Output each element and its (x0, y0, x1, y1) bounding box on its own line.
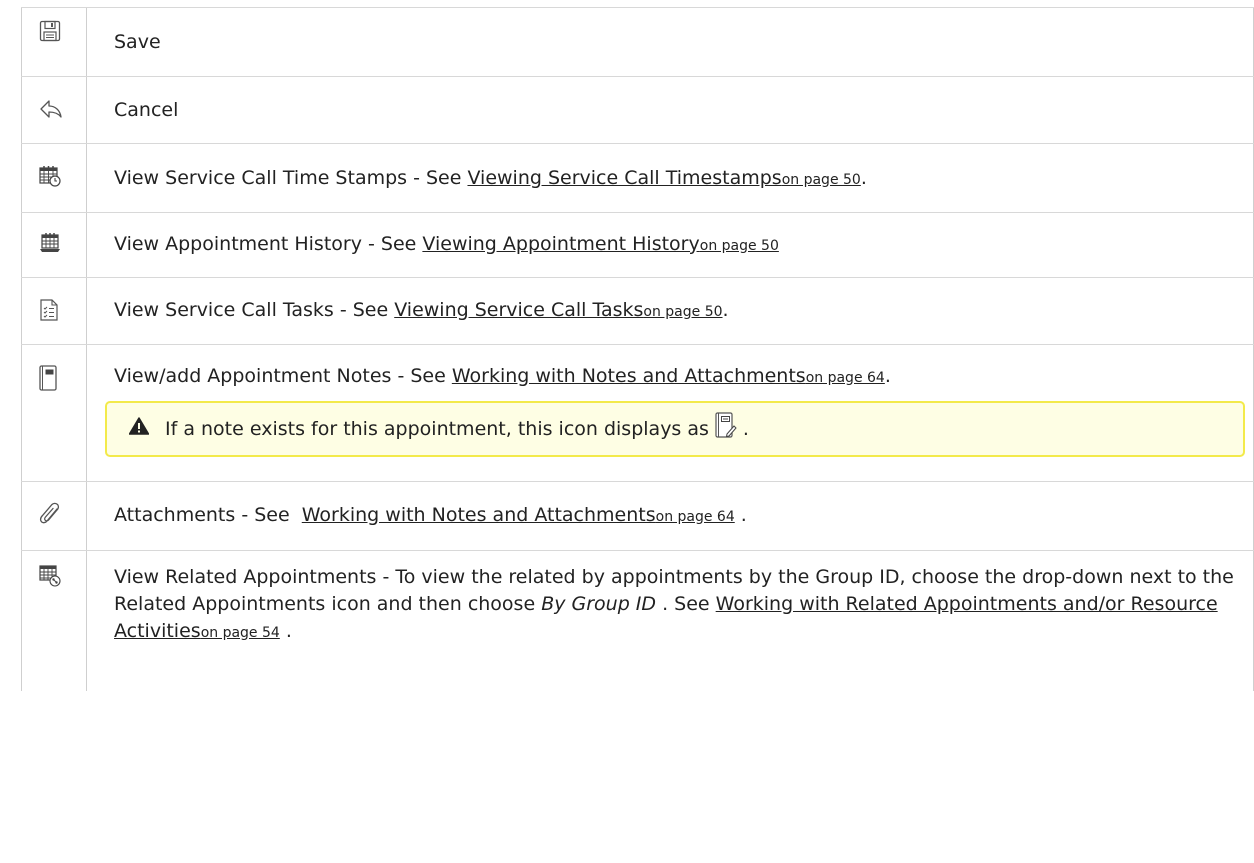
table-row: View/add Appointment Notes - See Working… (21, 344, 1254, 481)
row-text: View/add Appointment Notes - See (114, 365, 452, 387)
paperclip-icon (39, 502, 61, 526)
warning-icon (128, 416, 150, 443)
notes-icon (39, 365, 57, 391)
table-row: View Service Call Tasks - See Viewing Se… (21, 277, 1254, 344)
cancel-icon (39, 98, 63, 120)
related-appointments-icon (39, 565, 61, 587)
tasks-icon (39, 299, 59, 321)
row-text: View Appointment History - See (114, 233, 423, 255)
notes-with-content-icon (715, 412, 737, 446)
table-row: Cancel (21, 76, 1254, 143)
table-row: Save (21, 7, 1254, 76)
attachments-link[interactable]: Working with Notes and Attachmentson pag… (302, 504, 735, 526)
table-row: View Appointment History - See Viewing A… (21, 212, 1254, 277)
appointment-history-link[interactable]: Viewing Appointment Historyon page 50 (422, 233, 778, 255)
by-group-id: By Group ID (541, 593, 657, 615)
row-text: Cancel (114, 99, 179, 121)
note-text: If a note exists for this appointment, t… (165, 417, 709, 440)
notes-link[interactable]: Working with Notes and Attachmentson pag… (452, 365, 885, 387)
table-row: View Related Appointments - To view the … (21, 550, 1254, 691)
note-suffix: . (742, 417, 749, 440)
appointment-history-icon (39, 232, 61, 254)
tasks-link[interactable]: Viewing Service Call Taskson page 50 (394, 299, 722, 321)
row-text: Save (114, 31, 161, 53)
table-row: Attachments - See Working with Notes and… (21, 481, 1254, 550)
row-text: Attachments - See (114, 504, 302, 526)
note-callout: If a note exists for this appointment, t… (105, 401, 1245, 457)
timestamps-icon (39, 165, 61, 187)
row-text: View Service Call Tasks - See (114, 299, 395, 321)
table-row: View Service Call Time Stamps - See View… (21, 143, 1254, 212)
timestamps-link[interactable]: Viewing Service Call Timestampson page 5… (467, 167, 860, 189)
icon-description-table: Save Cancel View Service Call Time Stamp… (21, 7, 1254, 691)
save-icon (39, 20, 61, 42)
row-text: View Service Call Time Stamps - See (114, 167, 468, 189)
